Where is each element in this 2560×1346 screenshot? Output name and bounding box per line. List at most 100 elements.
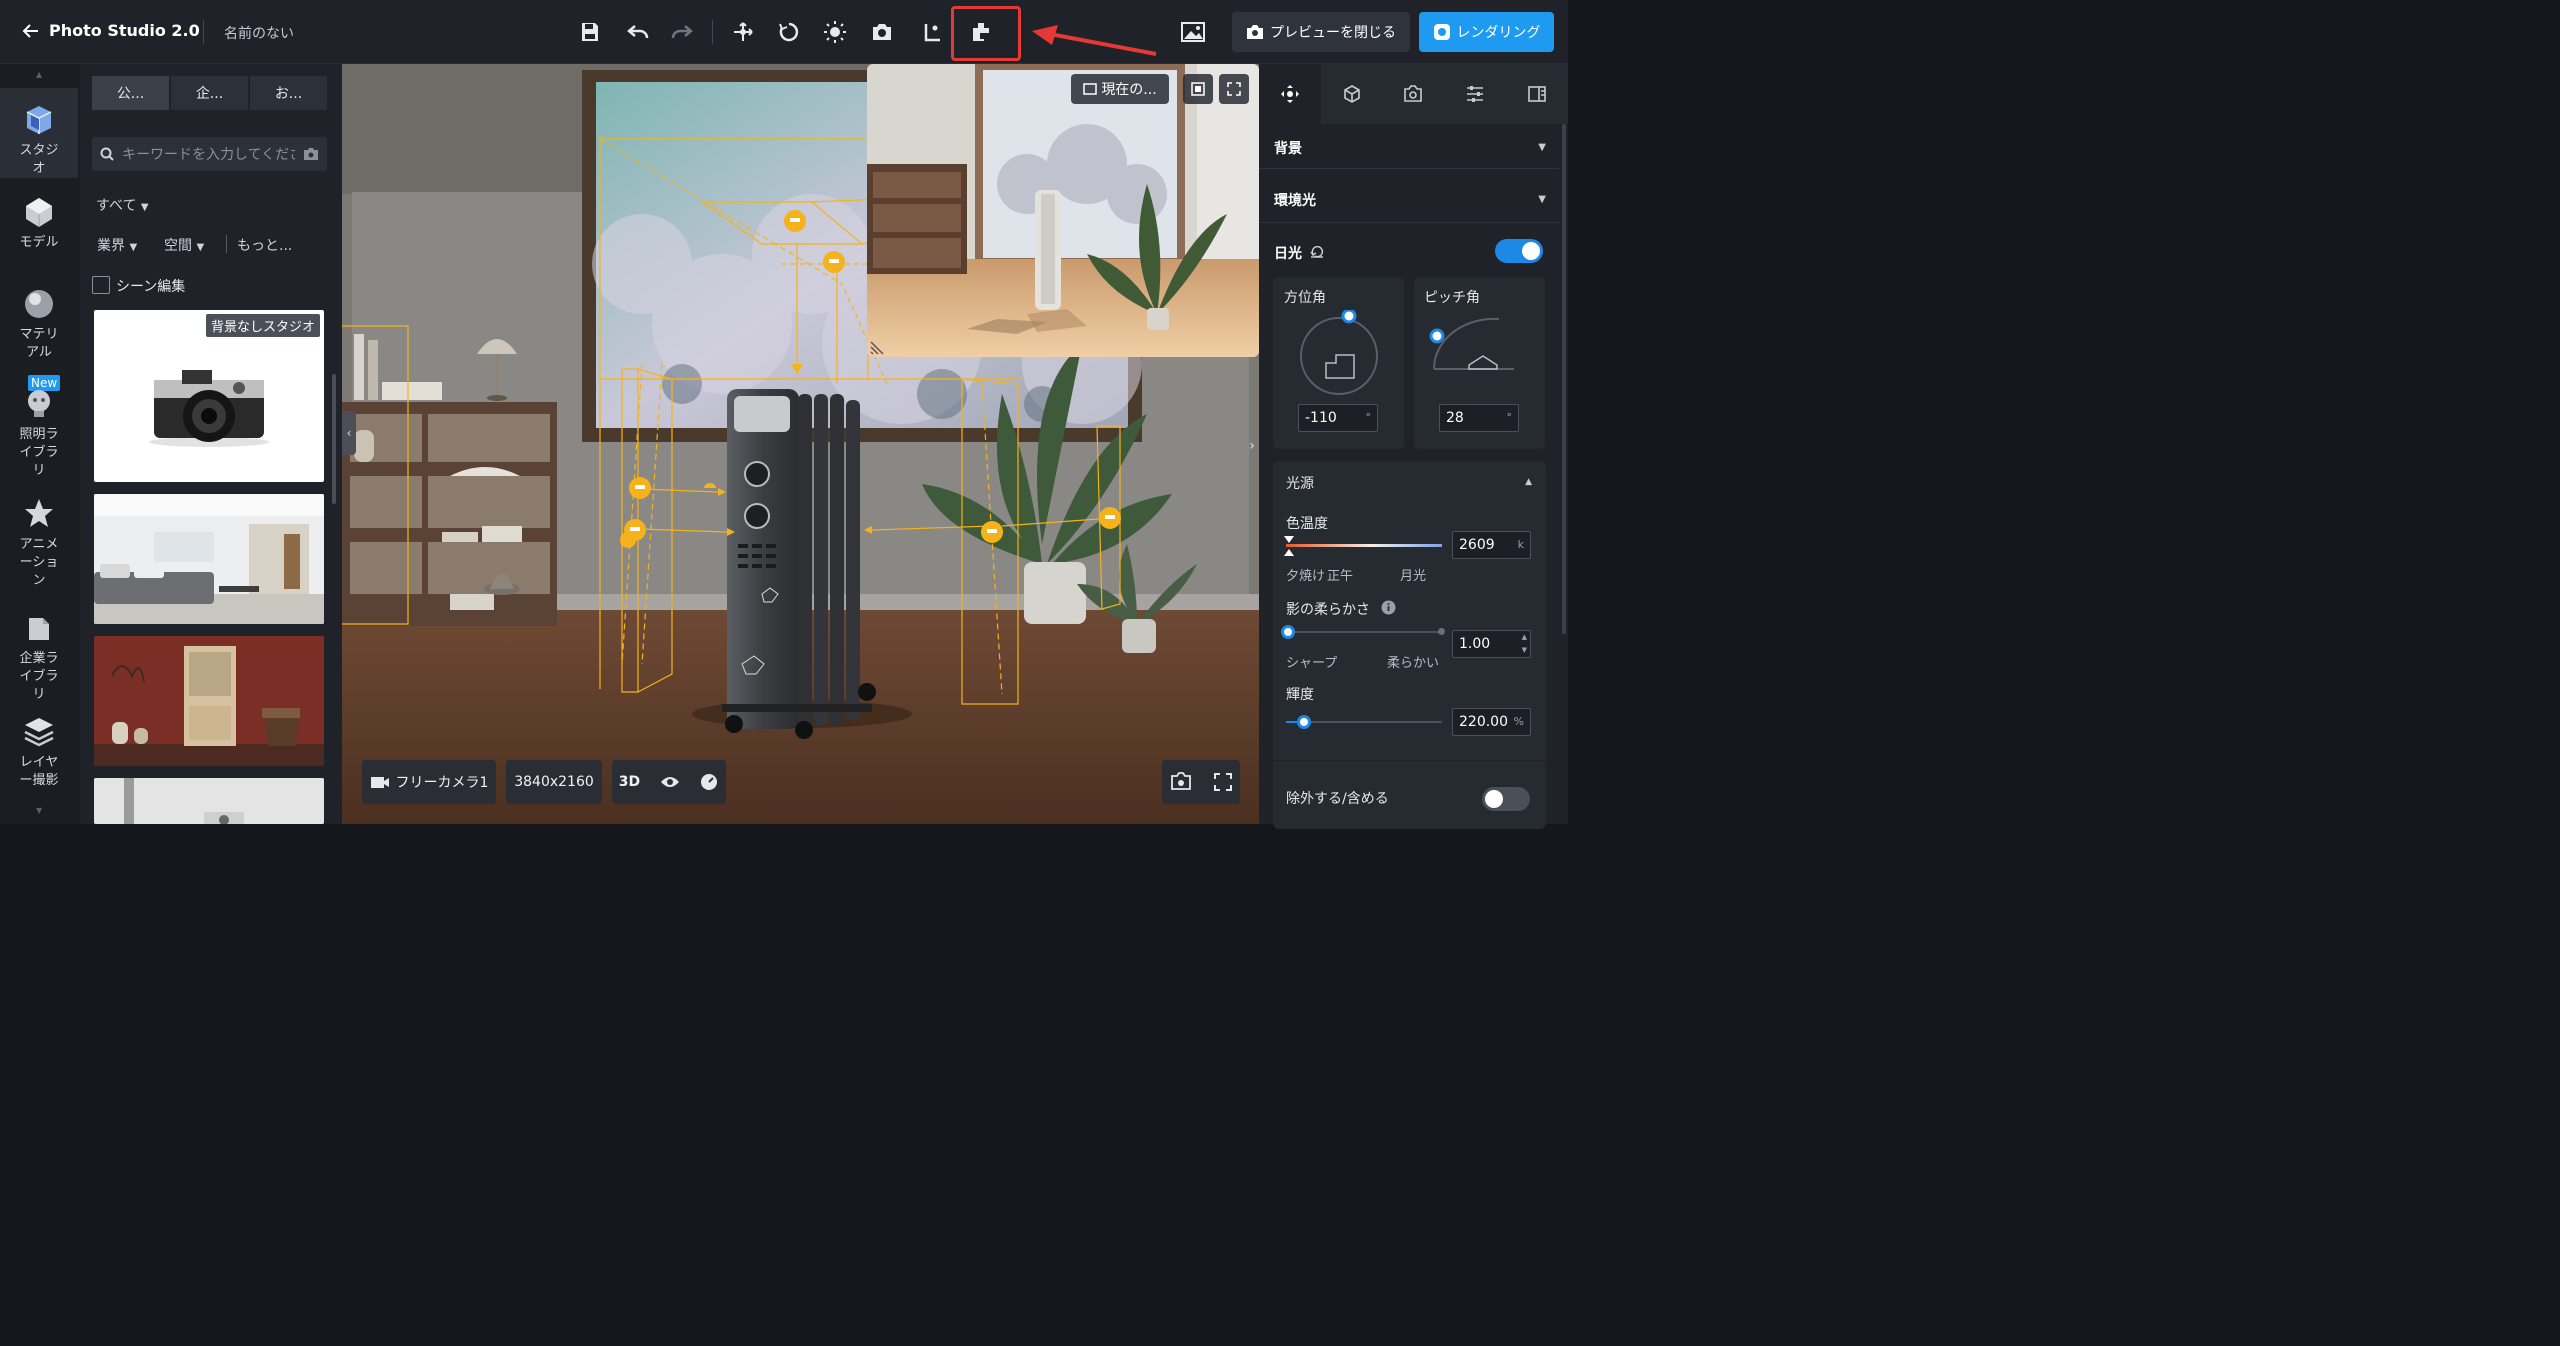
scene-thumbnail[interactable]: 背景なしスタジオ (94, 310, 324, 482)
scroll-up-icon[interactable]: ▲ (36, 70, 42, 79)
search-input[interactable]: キーワードを入力してください (92, 137, 327, 171)
scene-thumbnail[interactable] (94, 636, 324, 766)
close-preview-button[interactable]: プレビューを閉じる (1232, 12, 1410, 52)
tab-public[interactable]: 公... (92, 76, 169, 110)
tab-transform-icon[interactable] (1259, 64, 1321, 124)
preview-view-dropdown[interactable]: 現在の... (1071, 74, 1169, 104)
render-preview-window[interactable]: 現在の... (867, 64, 1259, 357)
chevron-down-icon[interactable]: ▼ (1538, 194, 1546, 205)
render-button[interactable]: レンダリング (1419, 12, 1554, 52)
rotate-icon[interactable] (771, 14, 807, 50)
color-temp-value: 2609 (1459, 537, 1495, 553)
mode-3d-toggle[interactable]: 3D (619, 774, 640, 790)
camera-select-button[interactable]: フリーカメラ1 (362, 760, 496, 804)
save-icon[interactable] (572, 14, 608, 50)
scene-thumbnail[interactable] (94, 494, 324, 624)
measure-icon[interactable] (915, 14, 951, 50)
filter-more-link[interactable]: もっと... (237, 235, 292, 255)
azimuth-dial-icon[interactable] (1296, 310, 1382, 396)
tab-enterprise[interactable]: 企... (171, 76, 248, 110)
brightness-input[interactable]: 220.00% (1452, 708, 1531, 736)
color-temp-input[interactable]: 2609 k (1452, 531, 1531, 559)
decrement-icon[interactable]: ▼ (1522, 646, 1527, 654)
tab-object-icon[interactable] (1320, 64, 1383, 124)
light-source-label: 光源 (1286, 476, 1314, 492)
back-arrow-icon[interactable] (20, 20, 42, 42)
tab-camera-icon[interactable] (1382, 64, 1445, 124)
properties-scrollbar[interactable] (1562, 124, 1566, 634)
color-temp-handle-icon[interactable] (1284, 536, 1294, 556)
rail-item-lighting[interactable]: 照明ライブラリ (0, 386, 78, 480)
kelvin-unit: k (1517, 538, 1524, 551)
resolution-button[interactable]: 3840x2160 (506, 760, 602, 804)
scroll-down-icon[interactable]: ▼ (36, 806, 42, 815)
scene-edit-checkbox[interactable] (92, 276, 110, 294)
camera-icon[interactable] (864, 14, 900, 50)
rail-item-enterprise-library[interactable]: 企業ライブラリ (0, 610, 78, 704)
reset-icon[interactable] (1310, 246, 1324, 258)
rail-label: レイヤー撮影 (19, 755, 59, 788)
filter-industry-dropdown[interactable]: 業界 ▼ (97, 235, 137, 255)
background-section[interactable]: 背景 (1274, 138, 1302, 158)
tab-favorites[interactable]: お... (250, 76, 327, 110)
rail-item-material[interactable]: マテリアル (0, 286, 78, 362)
pitch-value: 28 (1446, 410, 1464, 426)
model-icon (26, 198, 52, 227)
filter-all-dropdown[interactable]: すべて ▼ (96, 195, 149, 215)
divider (1259, 168, 1559, 169)
shadow-softness-knob[interactable] (1281, 625, 1295, 639)
eye-icon[interactable] (660, 775, 680, 789)
shadow-softness-slider[interactable] (1286, 631, 1442, 633)
collapse-right-panel-icon[interactable]: › (1245, 424, 1259, 468)
info-icon[interactable] (1381, 600, 1396, 615)
render-label: レンダリング (1456, 25, 1541, 41)
color-temp-slider[interactable] (1286, 544, 1442, 547)
rail-item-model[interactable]: モデル (0, 194, 78, 252)
redo-icon[interactable] (664, 14, 700, 50)
rail-label: マテリアル (19, 327, 59, 360)
undo-icon[interactable] (620, 14, 656, 50)
divider (1259, 222, 1559, 223)
sunlight-toggle[interactable] (1495, 239, 1543, 263)
image-gallery-icon[interactable] (1177, 16, 1209, 48)
preview-image (867, 64, 1259, 357)
preview-view-label: 現在の... (1101, 82, 1157, 98)
tab-layers-icon[interactable] (1506, 64, 1568, 124)
fullscreen-icon[interactable] (1214, 773, 1232, 791)
azimuth-input[interactable]: -110 ° (1298, 404, 1378, 432)
library-scrollbar[interactable] (332, 374, 336, 504)
pitch-dial-icon[interactable] (1429, 317, 1529, 373)
collapse-left-panel-icon[interactable]: ‹ (342, 411, 356, 455)
pitch-input[interactable]: 28 ° (1439, 404, 1519, 432)
rail-item-layer[interactable]: レイヤー撮影 (0, 714, 78, 790)
rail-label: 企業ライブラリ (19, 651, 59, 702)
image-search-icon[interactable] (303, 147, 319, 161)
brightness-knob[interactable] (1297, 715, 1311, 729)
exclude-include-toggle[interactable] (1482, 787, 1530, 811)
soft-label: 柔らかい (1387, 656, 1440, 671)
lighting-icon (28, 390, 50, 417)
chevron-down-icon[interactable]: ▼ (1538, 142, 1546, 153)
increment-icon[interactable]: ▲ (1522, 633, 1527, 641)
resize-handle-icon[interactable] (869, 336, 889, 356)
search-icon (100, 147, 114, 161)
filter-space-dropdown[interactable]: 空間 ▼ (164, 235, 204, 255)
camera-settings-icon[interactable] (1170, 772, 1192, 792)
scene-thumbnail[interactable] (94, 778, 324, 824)
preview-layout-icon[interactable] (1183, 74, 1213, 104)
document-name[interactable]: 名前のない (224, 23, 294, 43)
divider (226, 235, 227, 253)
shadow-softness-input[interactable]: 1.00 ▲ ▼ (1452, 630, 1531, 658)
view-controls: 3D (612, 760, 726, 804)
tab-adjust-icon[interactable] (1444, 64, 1507, 124)
sun-light-icon[interactable] (817, 14, 853, 50)
properties-tabs (1259, 64, 1568, 124)
preview-fullscreen-icon[interactable] (1219, 74, 1249, 104)
transform-gizmo-icon[interactable] (725, 14, 761, 50)
rail-item-studio[interactable]: スタジオ (0, 88, 78, 178)
chevron-up-icon[interactable]: ▲ (1525, 477, 1532, 487)
rail-item-animation[interactable]: アニメーション (0, 496, 78, 590)
speedometer-icon[interactable] (699, 772, 719, 792)
divider (712, 20, 713, 44)
ambient-section[interactable]: 環境光 (1274, 190, 1316, 210)
